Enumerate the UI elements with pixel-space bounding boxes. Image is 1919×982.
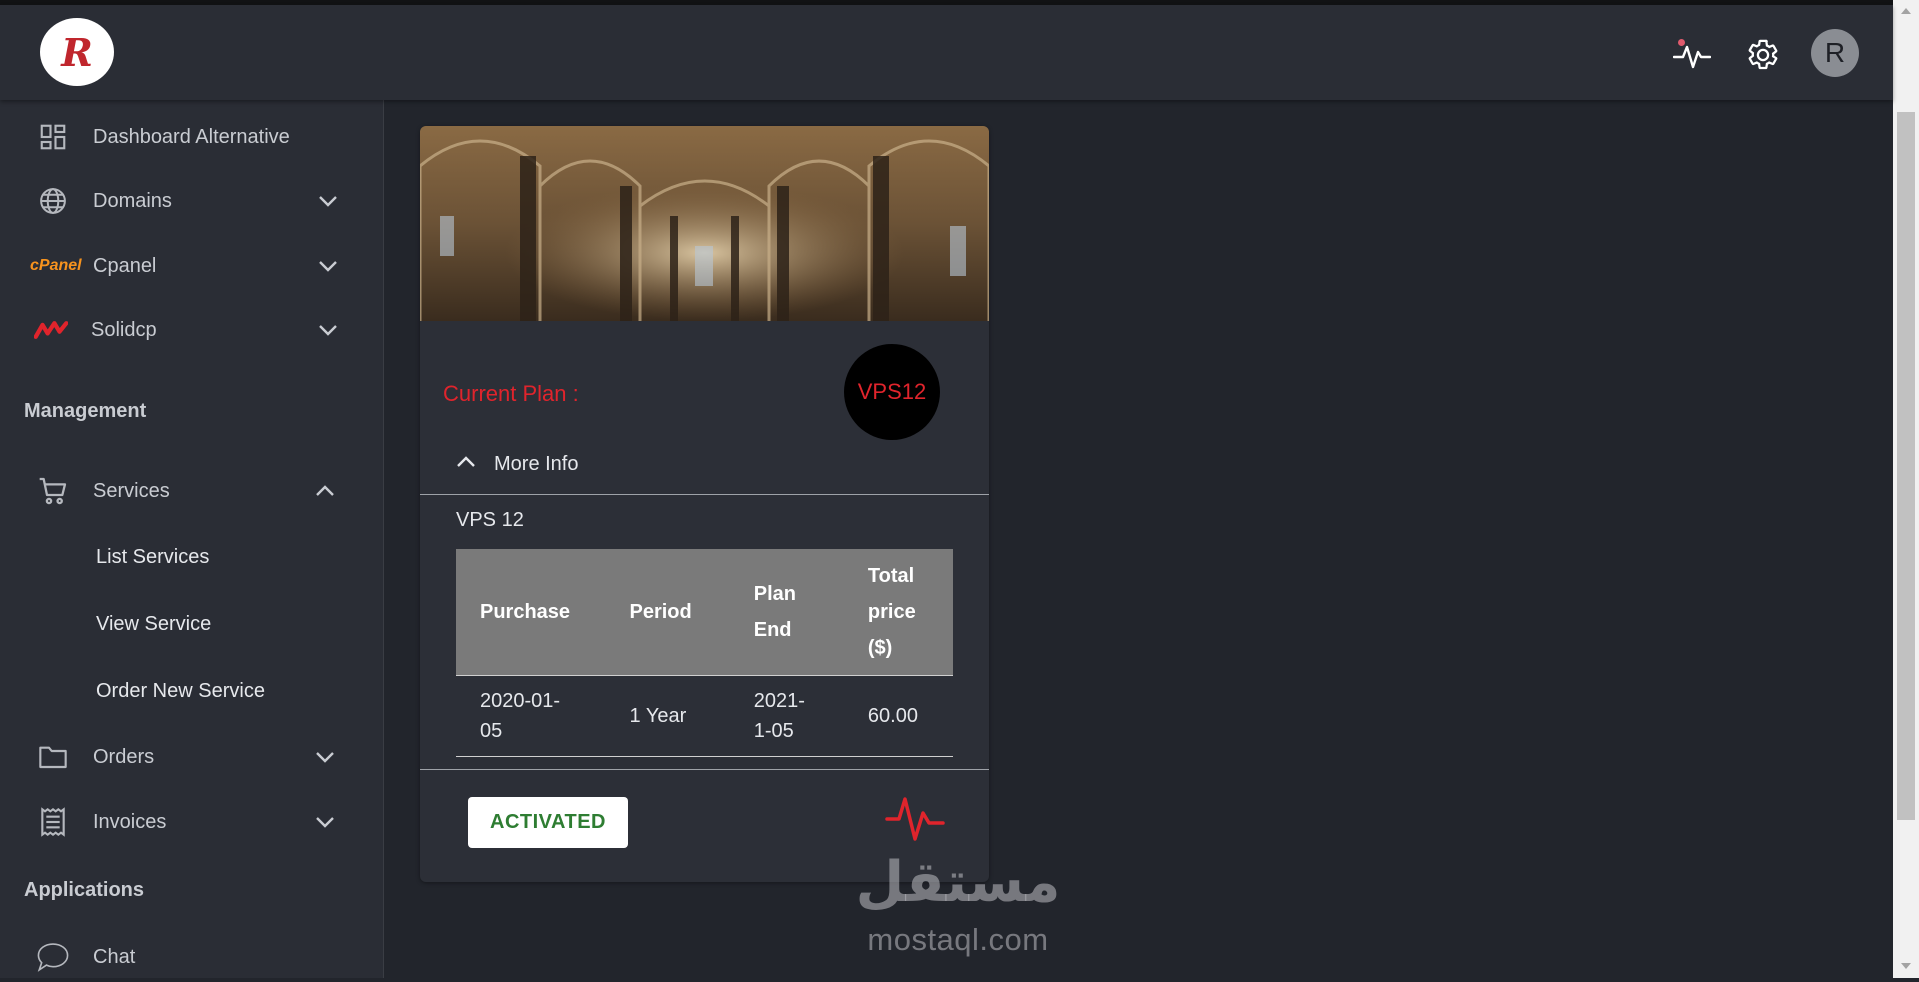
app-logo[interactable]: R xyxy=(40,18,114,86)
chevron-down-icon[interactable] xyxy=(313,745,337,769)
solidcp-logo xyxy=(34,313,68,347)
more-info-toggle[interactable]: More Info xyxy=(456,446,578,482)
top-header: R R xyxy=(0,5,1893,100)
sidebar-item-label: Chat xyxy=(93,945,136,968)
divider xyxy=(420,494,989,495)
column-header: Purchase xyxy=(456,549,606,676)
cart-icon xyxy=(36,474,70,508)
avatar-letter: R xyxy=(1824,37,1846,68)
sidebar-item-chat[interactable]: Chat xyxy=(0,932,383,982)
sidebar-item-domains[interactable]: Domains xyxy=(0,176,383,226)
watermark-arabic-text: مستقل xyxy=(855,850,1061,915)
chevron-up-icon[interactable] xyxy=(313,479,337,503)
folder-icon xyxy=(36,740,70,774)
table-cell: 1 Year xyxy=(605,675,730,757)
logo-letter: R xyxy=(61,29,93,75)
notification-dot xyxy=(1678,39,1685,46)
sidebar-item-label: Orders xyxy=(93,745,155,768)
sidebar-item-solidcp[interactable]: Solidcp xyxy=(0,305,383,355)
chevron-down-icon[interactable] xyxy=(316,318,340,342)
status-badge: ACTIVATED xyxy=(468,797,628,848)
sidebar-item-dashboard-alternative[interactable]: Dashboard Alternative xyxy=(0,112,383,162)
chat-icon xyxy=(36,940,70,974)
sidebar-item-label: Dashboard Alternative xyxy=(93,125,290,148)
sidebar-subitem-order-new-service[interactable]: Order New Service xyxy=(96,680,265,703)
scroll-up-arrow-icon[interactable] xyxy=(1901,8,1911,14)
vertical-scrollbar[interactable] xyxy=(1893,0,1919,978)
sidebar-item-invoices[interactable]: Invoices xyxy=(0,797,383,847)
column-header: Period xyxy=(605,549,730,676)
column-header: Total price ($) xyxy=(843,549,953,676)
table-header-row: Purchase Period Plan End Total price ($) xyxy=(456,549,953,676)
watermark-pulse-icon xyxy=(885,797,945,841)
sidebar-item-services[interactable]: Services xyxy=(0,466,383,516)
scrollbar-thumb[interactable] xyxy=(1897,112,1915,820)
plan-table: Purchase Period Plan End Total price ($)… xyxy=(456,549,953,757)
chevron-up-icon xyxy=(456,455,476,473)
chevron-down-icon[interactable] xyxy=(316,189,340,213)
column-header: Plan End xyxy=(729,549,844,676)
sidebar-item-cpanel[interactable]: cPanel Cpanel xyxy=(0,241,383,291)
more-info-label: More Info xyxy=(494,452,579,475)
watermark-latin-text: mostaql.com xyxy=(867,922,1049,957)
sidebar-item-label: Solidcp xyxy=(91,318,157,341)
table-cell: 2021-1-05 xyxy=(729,675,844,757)
section-title-management: Management xyxy=(24,400,147,422)
section-title-applications: Applications xyxy=(24,879,145,901)
sidebar-item-orders[interactable]: Orders xyxy=(0,732,383,782)
sidebar-subitem-list-services[interactable]: List Services xyxy=(96,546,209,569)
sidebar-subitem-view-service[interactable]: View Service xyxy=(96,613,211,636)
chevron-down-icon[interactable] xyxy=(313,810,337,834)
plan-badge-text: VPS12 xyxy=(857,379,927,404)
avatar[interactable]: R xyxy=(1811,29,1859,77)
activity-icon[interactable] xyxy=(1672,35,1712,75)
sidebar-item-label: Cpanel xyxy=(93,254,157,277)
sidebar-item-label: Invoices xyxy=(93,810,167,833)
dashboard-icon xyxy=(36,120,70,154)
sidebar: Dashboard Alternative Domains cPanel Cpa… xyxy=(0,100,384,978)
sidebar-item-label: Services xyxy=(93,479,170,502)
cathedral-image xyxy=(420,126,989,321)
plan-badge: VPS12 xyxy=(844,344,940,440)
table-cell: 2020-01-05 xyxy=(456,675,606,757)
table-cell: 60.00 xyxy=(843,675,953,757)
service-card: Current Plan : VPS12 More Info VPS 12 Pu… xyxy=(420,126,989,882)
status-badge-text: ACTIVATED xyxy=(490,811,606,833)
current-plan-label: Current Plan : xyxy=(443,381,579,406)
globe-icon xyxy=(36,184,70,218)
receipt-icon xyxy=(36,805,70,839)
cpanel-logo: cPanel xyxy=(30,257,82,274)
divider xyxy=(420,769,989,770)
gear-icon[interactable] xyxy=(1743,35,1783,75)
chevron-down-icon[interactable] xyxy=(316,254,340,278)
sidebar-item-label: Domains xyxy=(93,189,172,212)
plan-name: VPS 12 xyxy=(456,509,524,531)
scroll-down-arrow-icon[interactable] xyxy=(1901,963,1911,969)
table-row: 2020-01-05 1 Year 2021-1-05 60.00 xyxy=(456,675,953,757)
